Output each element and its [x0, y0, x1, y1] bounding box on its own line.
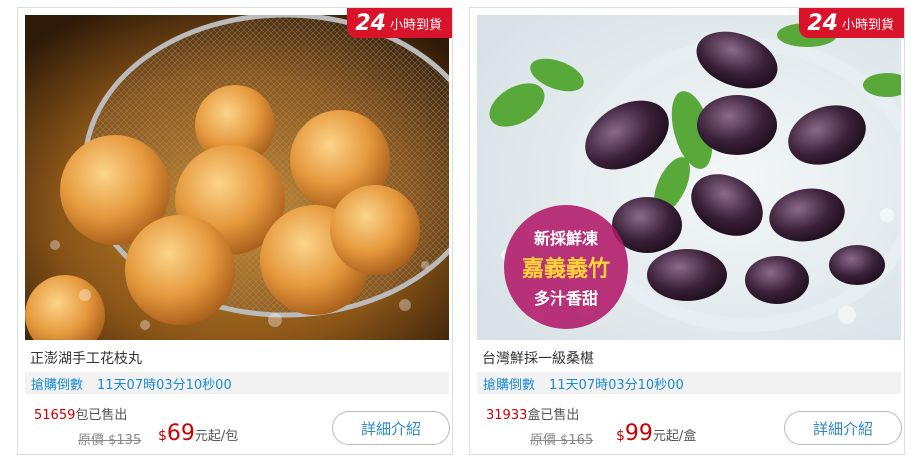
price-amount: 99 [624, 421, 653, 446]
promo-line-2: 嘉義義竹 [521, 257, 610, 282]
price-suffix: 元起/盒 [652, 429, 697, 444]
countdown-time: 11天07時03分10秒00 [549, 377, 684, 393]
price-currency: $ [616, 428, 625, 444]
countdown-label: 搶購倒數 [31, 377, 84, 393]
sold-count: 31933盒已售出 [486, 404, 579, 423]
countdown-label: 搶購倒數 [483, 377, 536, 393]
countdown-bar: 搶購倒數 11天07時03分10秒00 [25, 372, 449, 394]
countdown-time: 11天07時03分10秒00 [97, 377, 232, 393]
original-price: 原價 $135 [78, 433, 142, 448]
product-image[interactable] [25, 15, 449, 340]
product-card[interactable]: 新採鮮凍 嘉義義竹 多汁香甜 24 小時到貨 台灣鮮採一級桑椹 搶購倒數 11天… [469, 7, 905, 455]
badge-number: 24 [807, 10, 838, 36]
sold-count: 51659包已售出 [34, 404, 127, 423]
product-title[interactable]: 正澎湖手工花枝丸 [30, 348, 142, 368]
product-title[interactable]: 台灣鮮採一級桑椹 [482, 348, 594, 368]
promo-circle: 新採鮮凍 嘉義義竹 多汁香甜 [504, 205, 628, 329]
sale-price: $69元起/包 [158, 421, 238, 446]
product-card[interactable]: 24 小時到貨 正澎湖手工花枝丸 搶購倒數 11天07時03分10秒00 516… [17, 7, 453, 455]
price-suffix: 元起/包 [194, 429, 239, 444]
price-amount: 69 [166, 421, 195, 446]
promo-line-3: 多汁香甜 [533, 289, 598, 308]
badge-number: 24 [355, 10, 386, 36]
details-button[interactable]: 詳細介紹 [784, 411, 902, 445]
fish-ball-photo [25, 15, 449, 340]
sold-number: 51659 [34, 408, 76, 423]
sold-suffix: 包已售出 [75, 408, 128, 423]
sale-price: $99元起/盒 [616, 421, 696, 446]
sold-number: 31933 [486, 408, 528, 423]
24h-delivery-badge: 24 小時到貨 [347, 8, 452, 38]
badge-text: 小時到貨 [841, 17, 894, 33]
badge-text: 小時到貨 [389, 17, 442, 33]
countdown-bar: 搶購倒數 11天07時03分10秒00 [477, 372, 901, 394]
24h-delivery-badge: 24 小時到貨 [799, 8, 904, 38]
details-button[interactable]: 詳細介紹 [332, 411, 450, 445]
sold-suffix: 盒已售出 [527, 408, 580, 423]
original-price: 原價 $165 [530, 433, 594, 448]
product-image[interactable]: 新採鮮凍 嘉義義竹 多汁香甜 [477, 15, 901, 340]
price-currency: $ [158, 428, 167, 444]
promo-line-1: 新採鮮凍 [533, 229, 598, 248]
